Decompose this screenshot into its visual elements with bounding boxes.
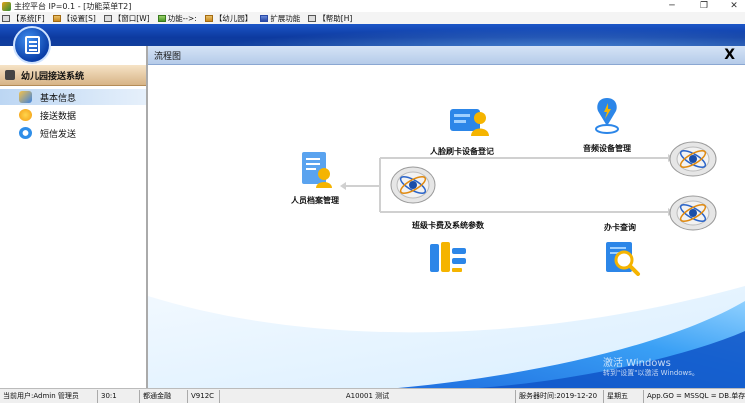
menu-help[interactable]: 【帮助[H]: [308, 13, 352, 24]
class-fee-icon[interactable]: [428, 240, 468, 276]
extension-icon: [260, 14, 269, 22]
face-card-device-icon[interactable]: [449, 106, 491, 138]
menu-system[interactable]: 【系统[F]: [2, 13, 45, 24]
gear-sun-icon: [19, 109, 32, 121]
sidebar: 幼儿园接送系统 基本信息 接送数据 短信发送: [0, 46, 148, 388]
status-current-user: 当前用户:Admin 管理员: [0, 389, 98, 403]
windows-activation-hint: 转到"设置"以激活 Windows。: [603, 369, 699, 377]
menu-window[interactable]: 【窗口[W]: [103, 13, 150, 24]
header-banner: [0, 24, 745, 46]
kindergarten-icon: [204, 14, 213, 22]
menu-settings[interactable]: 【设置[S]: [52, 13, 96, 24]
menu-function[interactable]: 功能-->:: [157, 13, 197, 24]
system-icon: [2, 14, 10, 22]
status-database: App.GO = MSSQL = DB.单存: [647, 392, 745, 400]
hub-center-icon: [389, 164, 437, 206]
hub-bottom-right-icon: [668, 194, 718, 232]
sidebar-item-pickup-data[interactable]: 接送数据: [0, 107, 146, 123]
document-logo-icon: [13, 26, 51, 64]
menu-extension[interactable]: 扩展功能: [260, 13, 300, 24]
status-dept: 都通金融: [140, 389, 188, 403]
flowchart-panel: 流程图 X 人员档案管理 人脸刷卡设备登记 音频设备管理 班级卡费及系统参数 办…: [148, 46, 745, 388]
settings-icon: [52, 14, 61, 22]
window-icon: [103, 14, 112, 22]
node-class-fee-label[interactable]: 班级卡费及系统参数: [412, 220, 484, 231]
ring-icon: [19, 127, 32, 139]
menu-bar: 【系统[F] 【设置[S] 【窗口[W] 功能-->: 【幼儿园】 扩展功能 【…: [0, 12, 745, 24]
help-icon: [308, 14, 317, 22]
status-bar: 当前用户:Admin 管理员 30:1 都通金融 V912C A10001 测试…: [0, 388, 745, 403]
location-pin-icon[interactable]: [594, 96, 620, 134]
window-title: 主控平台 IP=0.1 - [功能菜单T2]: [14, 1, 132, 11]
function-icon: [157, 14, 166, 22]
status-server-time: 服务器时间:2019-12-20: [516, 389, 604, 403]
app-icon: [2, 1, 11, 11]
node-personnel-label[interactable]: 人员档案管理: [291, 195, 339, 206]
hub-top-right-icon: [668, 140, 718, 178]
status-weekday: 星期五: [604, 389, 644, 403]
node-card-query-label[interactable]: 办卡查询: [604, 222, 636, 233]
title-bar: 主控平台 IP=0.1 - [功能菜单T2] ─ ❐ ✕: [0, 0, 745, 12]
menu-kindergarten[interactable]: 【幼儿园】: [204, 13, 252, 24]
background-swoosh: [148, 154, 745, 388]
status-version: V912C: [188, 389, 220, 403]
search-query-icon[interactable]: [604, 240, 644, 276]
maximize-button[interactable]: ❐: [693, 0, 715, 12]
folder-users-icon: [19, 91, 32, 103]
close-panel-button[interactable]: X: [724, 47, 735, 63]
sidebar-header[interactable]: 幼儿园接送系统: [0, 65, 146, 86]
status-school: A10001 测试: [220, 389, 516, 403]
windows-activation-watermark: 激活 Windows: [603, 358, 671, 369]
minimize-button[interactable]: ─: [661, 0, 683, 12]
sidebar-item-sms[interactable]: 短信发送: [0, 125, 146, 141]
node-audio-label[interactable]: 音频设备管理: [583, 143, 631, 154]
panel-title: 流程图: [154, 51, 182, 62]
panel-header: 流程图 X: [148, 46, 745, 65]
node-face-card-label[interactable]: 人脸刷卡设备登记: [430, 146, 494, 157]
module-icon: [5, 70, 15, 80]
close-window-button[interactable]: ✕: [723, 0, 745, 12]
sidebar-item-basic-info[interactable]: 基本信息: [0, 89, 146, 105]
status-count: 30:1: [98, 389, 140, 403]
personnel-file-icon[interactable]: [298, 150, 338, 190]
